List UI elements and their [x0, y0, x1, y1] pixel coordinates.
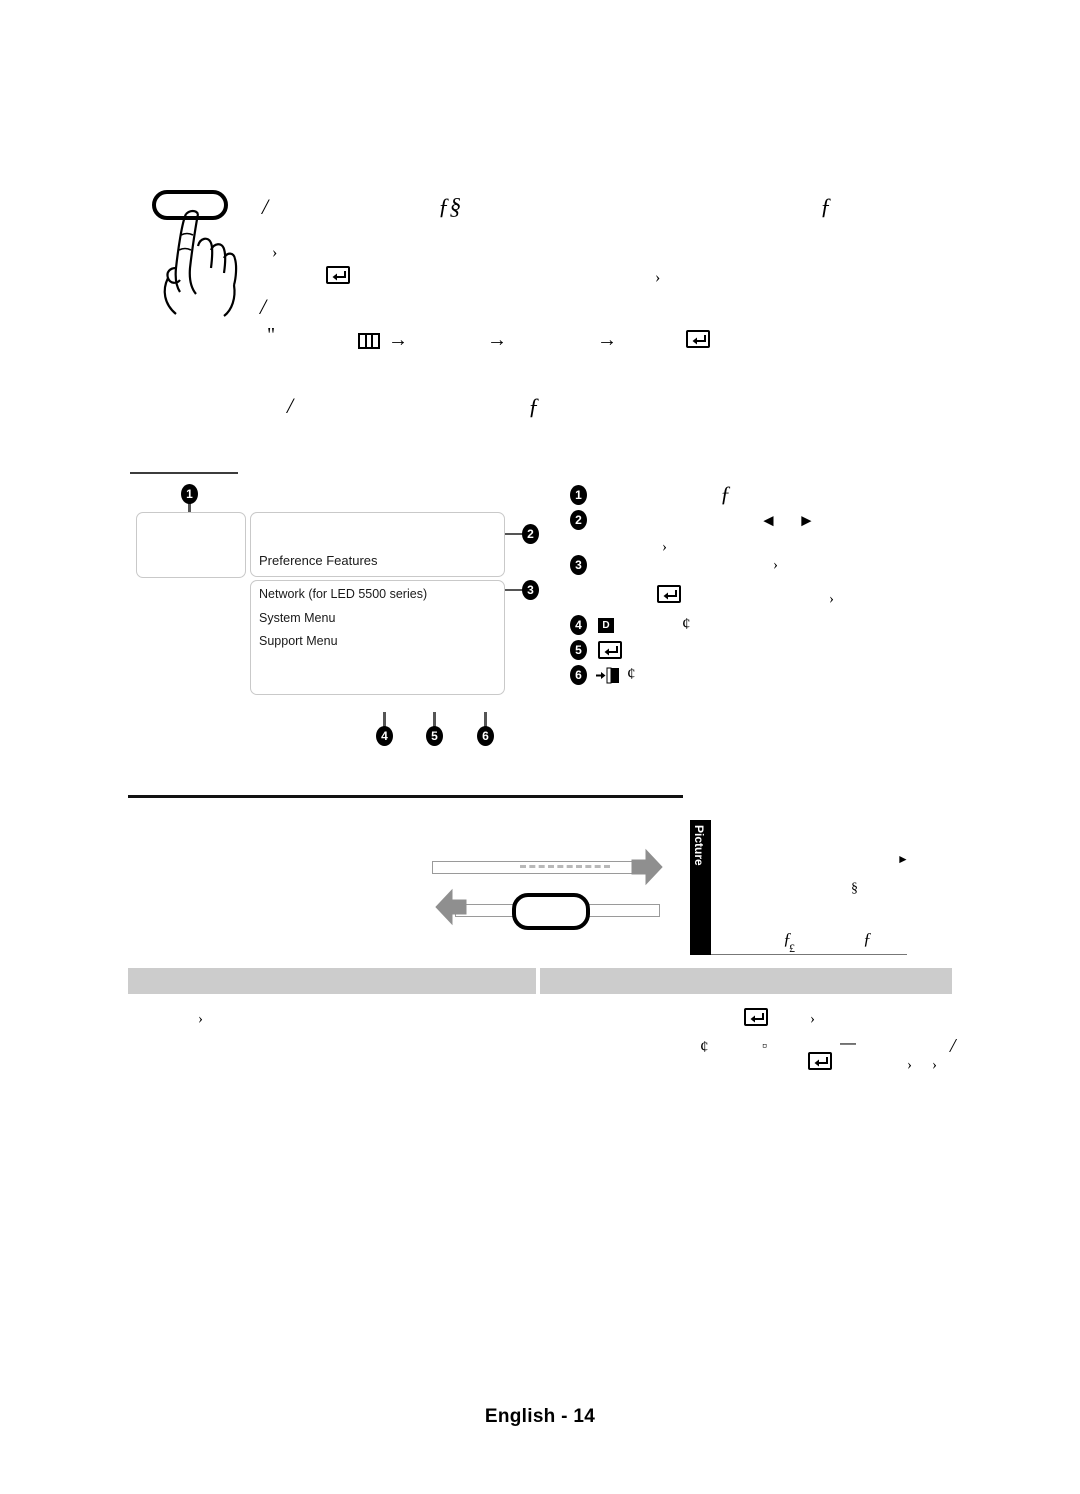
menu-item-system-menu: System Menu: [259, 611, 336, 625]
table-right-symbol-1: ¢: [700, 1037, 709, 1056]
page-footer: English - 14: [484, 1406, 596, 1427]
table-right-symbol-4: /: [950, 1035, 956, 1057]
table-right-symbol-5: ›: [907, 1057, 912, 1073]
legend-number-4: 4: [570, 615, 587, 635]
gray-right-arrow-icon: [631, 848, 663, 886]
gray-left-arrow-icon: [435, 888, 467, 926]
table-cell-right: › ¢ ▫ — / › ›: [540, 1000, 956, 1090]
display-d-icon: D: [598, 618, 614, 633]
section-divider-top: [130, 472, 238, 474]
table-left-symbol-0: ›: [198, 1011, 203, 1027]
enter-key-icon: [686, 330, 710, 348]
callout-2: 2: [522, 524, 539, 544]
menu-grid-icon: [358, 333, 380, 349]
callout-1: 1: [181, 484, 198, 504]
picture-panel-baseline: [711, 954, 907, 955]
callout-6: 6: [477, 726, 494, 746]
legend-2-symbol-0: ◄: [760, 511, 777, 530]
manual-page: / ƒ§ ƒ › › / " / ƒ → → → 1 Preference Fe…: [0, 0, 1080, 1494]
breadcrumb-arrow-2: →: [487, 329, 507, 351]
breadcrumb-arrow-3: →: [597, 329, 617, 351]
menu-top-pane: Preference Features: [250, 512, 505, 577]
picture-symbol-3: £: [789, 941, 795, 955]
arrow-track-top-dash: [520, 865, 610, 871]
enter-key-icon: [808, 1052, 832, 1070]
legend-3-symbol-1: ›: [829, 591, 834, 607]
symbol-f-2: ƒ: [528, 394, 540, 419]
menu-item-support-menu: Support Menu: [259, 634, 338, 648]
hand-pressing-button-icon: [146, 188, 251, 318]
legend-1-symbol-0: ƒ: [720, 481, 731, 506]
picture-tab-label: Picture: [692, 825, 706, 866]
callout-3: 3: [522, 580, 539, 600]
menu-top-pane-label: Preference Features: [259, 553, 378, 568]
menu-list-pane: Network (for LED 5500 series) System Men…: [250, 580, 505, 695]
legend-2-symbol-1: ►: [798, 511, 815, 530]
table-header-left: [128, 968, 536, 994]
legend-6-symbol-0: ¢: [627, 664, 636, 683]
table-header-right: [540, 968, 952, 994]
picture-symbol-1: §: [851, 881, 858, 896]
legend-number-1: 1: [570, 485, 587, 505]
symbol-quote-1: ": [267, 324, 276, 346]
symbol-rangle-2: ›: [655, 269, 661, 286]
table-right-symbol-2: ▫: [762, 1037, 767, 1053]
section-divider-lower: [128, 795, 683, 798]
callout-4: 4: [376, 726, 393, 746]
symbol-slash-3: /: [287, 393, 294, 418]
rounded-highlight-box: [512, 893, 590, 930]
table-cell-left: ›: [128, 1000, 536, 1090]
table-right-symbol-0: ›: [810, 1011, 815, 1027]
legend-2-symbol-2: ›: [662, 539, 667, 555]
menu-item-network: Network (for LED 5500 series): [259, 587, 428, 601]
table-right-symbol-3: —: [840, 1035, 856, 1052]
callout-5: 5: [426, 726, 443, 746]
picture-symbol-4: ƒ: [863, 929, 872, 948]
legend-number-2: 2: [570, 510, 587, 530]
breadcrumb-arrow-1: →: [388, 329, 408, 351]
picture-tab: Picture: [690, 820, 711, 955]
symbol-f-section-1: ƒ§: [438, 194, 461, 219]
enter-key-icon: [744, 1008, 768, 1026]
symbol-slash-1: /: [262, 194, 269, 219]
legend-4-symbol-0: ¢: [682, 614, 691, 633]
legend-number-3: 3: [570, 555, 587, 575]
legend-number-5: 5: [570, 640, 587, 660]
legend-3-symbol-0: ›: [773, 557, 778, 573]
enter-key-icon: [598, 641, 622, 659]
menu-left-pane: [136, 512, 246, 578]
enter-key-icon: [326, 266, 350, 284]
picture-symbol-0: ►: [897, 852, 909, 866]
symbol-slash-2: /: [260, 294, 267, 319]
table-right-symbol-6: ›: [932, 1057, 937, 1073]
symbol-rangle-1: ›: [272, 244, 278, 261]
enter-key-icon: [657, 585, 681, 603]
symbol-f-1: ƒ: [820, 194, 832, 219]
legend-number-6: 6: [570, 665, 587, 685]
exit-door-icon: [596, 667, 622, 684]
